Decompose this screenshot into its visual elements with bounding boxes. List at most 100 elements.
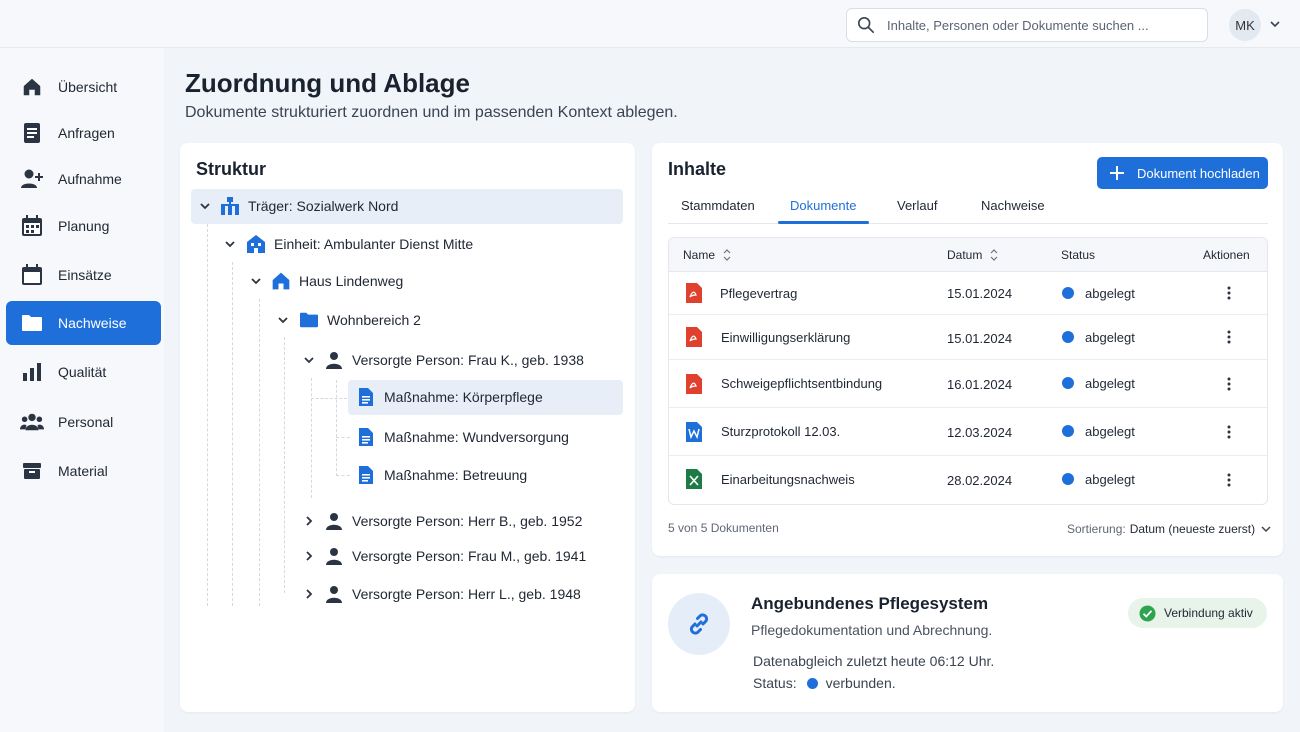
chevron-down-icon[interactable] bbox=[198, 199, 212, 213]
sidebar-item-planung[interactable]: Planung bbox=[6, 204, 161, 248]
search-input[interactable] bbox=[887, 17, 1187, 33]
page-title: Zuordnung und Ablage bbox=[185, 68, 470, 98]
tree-node-label: Versorgte Person: Herr B., geb. 1952 bbox=[352, 513, 583, 529]
status-dot-icon bbox=[1062, 287, 1074, 299]
document-date: 28.02.2024 bbox=[947, 473, 1013, 488]
contents-title: Inhalte bbox=[668, 159, 727, 179]
document-name[interactable]: Schweigepflichtsentbindung bbox=[721, 376, 882, 391]
more-options-icon[interactable] bbox=[1221, 472, 1237, 488]
tree-node-label: Versorgte Person: Herr L., geb. 1948 bbox=[352, 586, 581, 602]
sidebar-item-label: Einsätze bbox=[58, 267, 112, 283]
link-icon-circle bbox=[668, 593, 730, 655]
status-dot-icon bbox=[1062, 425, 1074, 437]
search-box[interactable] bbox=[846, 8, 1208, 42]
tree-node-haus[interactable]: Haus Lindenweg bbox=[249, 263, 403, 299]
tree-node-massnahme-koerperpflege[interactable]: Maßnahme: Körperpflege bbox=[356, 379, 543, 415]
column-header-actions: Aktionen bbox=[1203, 248, 1250, 262]
chevron-down-icon[interactable] bbox=[1268, 17, 1282, 31]
tree-node-label: Haus Lindenweg bbox=[299, 273, 404, 289]
tree-guide-line bbox=[336, 437, 350, 438]
upload-document-button[interactable]: Dokument hochladen bbox=[1097, 157, 1268, 189]
chevron-down-icon bbox=[1261, 526, 1271, 533]
table-row[interactable]: Schweigepflichtsentbindung 16.01.2024 ab… bbox=[669, 360, 1267, 408]
tree-guide-line bbox=[232, 262, 233, 606]
tree-node-label: Wohnbereich 2 bbox=[327, 312, 421, 328]
chevron-down-icon[interactable] bbox=[276, 313, 290, 327]
document-name[interactable]: Einwilligungserklärung bbox=[721, 330, 850, 345]
document-name[interactable]: Pflegevertrag bbox=[720, 286, 797, 301]
sidebar-item-anfragen[interactable]: Anfragen bbox=[6, 111, 161, 155]
tree-node-person-frau-k[interactable]: Versorgte Person: Frau K., geb. 1938 bbox=[302, 342, 584, 378]
sidebar-item-aufnahme[interactable]: Aufnahme bbox=[6, 157, 161, 201]
sidebar-item-qualitaet[interactable]: Qualität bbox=[6, 350, 161, 394]
more-options-icon[interactable] bbox=[1221, 424, 1237, 440]
tree-node-person-herr-l[interactable]: Versorgte Person: Herr L., geb. 1948 bbox=[302, 576, 581, 612]
more-options-icon[interactable] bbox=[1221, 285, 1237, 301]
more-options-icon[interactable] bbox=[1221, 376, 1237, 392]
tab-nachweise[interactable]: Nachweise bbox=[981, 198, 1045, 213]
tab-verlauf[interactable]: Verlauf bbox=[897, 198, 937, 213]
person-icon bbox=[324, 546, 344, 566]
tab-dokumente[interactable]: Dokumente bbox=[790, 198, 856, 213]
sidebar-item-nachweise[interactable]: Nachweise bbox=[6, 301, 161, 345]
tree-node-traeger[interactable]: Träger: Sozialwerk Nord bbox=[198, 188, 398, 224]
tab-stammdaten[interactable]: Stammdaten bbox=[681, 198, 755, 213]
file-icon bbox=[356, 465, 376, 485]
tree-guide-line bbox=[336, 380, 337, 476]
more-options-icon[interactable] bbox=[1221, 329, 1237, 345]
sort-icon[interactable] bbox=[723, 249, 731, 261]
chevron-right-icon[interactable] bbox=[302, 514, 316, 528]
chevron-right-icon[interactable] bbox=[302, 587, 316, 601]
word-file-icon bbox=[686, 422, 702, 442]
person-icon bbox=[324, 511, 344, 531]
home-icon bbox=[20, 75, 44, 99]
column-header-name[interactable]: Name bbox=[683, 248, 731, 262]
integration-subtitle: Pflegedokumentation und Abrechnung. bbox=[751, 622, 993, 638]
pdf-file-icon bbox=[686, 283, 702, 303]
page-subtitle: Dokumente strukturiert zuordnen und im p… bbox=[185, 104, 678, 121]
document-name[interactable]: Sturzprotokoll 12.03. bbox=[721, 424, 840, 439]
table-row[interactable]: Einwilligungserklärung 15.01.2024 abgele… bbox=[669, 315, 1267, 360]
folder-icon bbox=[20, 311, 44, 335]
tree-node-massnahme-betreuung[interactable]: Maßnahme: Betreuung bbox=[356, 457, 527, 493]
table-row[interactable]: Pflegevertrag 15.01.2024 abgelegt bbox=[669, 272, 1267, 315]
sidebar-item-einsaetze[interactable]: Einsätze bbox=[6, 253, 161, 297]
chevron-down-icon[interactable] bbox=[223, 237, 237, 251]
table-row[interactable]: Sturzprotokoll 12.03. 12.03.2024 abgeleg… bbox=[669, 408, 1267, 456]
sidebar-item-personal[interactable]: Personal bbox=[6, 400, 161, 444]
tree-guide-line bbox=[207, 224, 208, 606]
calendar-event-icon bbox=[20, 263, 44, 287]
tree-node-massnahme-wundversorgung[interactable]: Maßnahme: Wundversorgung bbox=[356, 419, 569, 455]
file-icon bbox=[356, 387, 376, 407]
sidebar-item-label: Planung bbox=[58, 218, 110, 234]
organization-icon bbox=[220, 196, 240, 216]
sidebar-item-label: Nachweise bbox=[58, 315, 127, 331]
column-header-date[interactable]: Datum bbox=[947, 248, 998, 262]
excel-file-icon bbox=[686, 469, 702, 489]
document-name[interactable]: Einarbeitungsnachweis bbox=[721, 472, 855, 487]
inventory-icon bbox=[20, 459, 44, 483]
column-header-status: Status bbox=[1061, 248, 1096, 262]
chevron-right-icon[interactable] bbox=[302, 549, 316, 563]
plus-icon bbox=[1110, 166, 1124, 180]
sidebar-item-material[interactable]: Material bbox=[6, 449, 161, 493]
chevron-down-icon[interactable] bbox=[302, 353, 316, 367]
table-header: Name Datum Status Aktionen bbox=[669, 238, 1267, 272]
document-icon bbox=[20, 121, 44, 145]
tree-guide-line bbox=[311, 398, 347, 399]
tree-guide-line bbox=[259, 299, 260, 606]
sort-dropdown[interactable]: Sortierung: Datum (neueste zuerst) bbox=[1067, 522, 1271, 536]
sort-icon[interactable] bbox=[990, 249, 998, 261]
tree-node-wohnbereich[interactable]: Wohnbereich 2 bbox=[276, 302, 421, 338]
tree-node-person-herr-b[interactable]: Versorgte Person: Herr B., geb. 1952 bbox=[302, 503, 582, 539]
chevron-down-icon[interactable] bbox=[249, 274, 263, 288]
sidebar: Übersicht Anfragen Aufnahme Planung Eins… bbox=[0, 48, 164, 732]
document-date: 12.03.2024 bbox=[947, 425, 1013, 440]
tree-node-label: Maßnahme: Körperpflege bbox=[384, 389, 543, 405]
table-row[interactable]: Einarbeitungsnachweis 28.02.2024 abgeleg… bbox=[669, 456, 1267, 504]
tree-node-label: Einheit: Ambulanter Dienst Mitte bbox=[274, 236, 474, 252]
tree-node-person-frau-m[interactable]: Versorgte Person: Frau M., geb. 1941 bbox=[302, 538, 586, 574]
avatar[interactable]: MK bbox=[1229, 9, 1261, 41]
sidebar-item-uebersicht[interactable]: Übersicht bbox=[6, 65, 161, 109]
tree-node-einheit[interactable]: Einheit: Ambulanter Dienst Mitte bbox=[223, 226, 473, 262]
